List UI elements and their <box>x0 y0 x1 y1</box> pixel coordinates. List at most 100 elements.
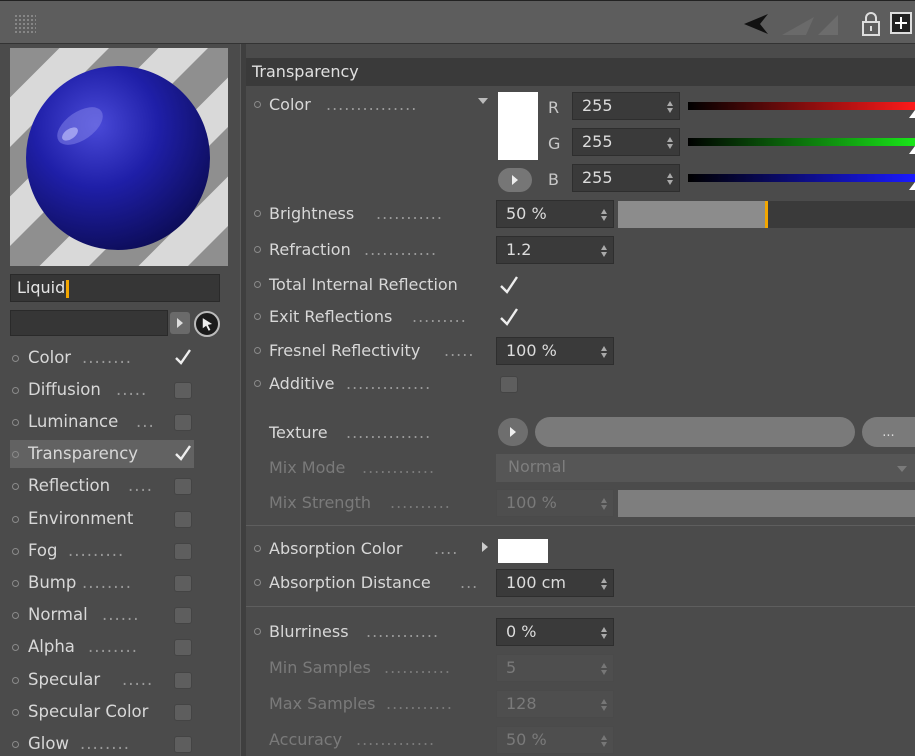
color-expand-button[interactable] <box>498 168 532 192</box>
spinner-icon[interactable] <box>601 699 607 711</box>
channel-reflection[interactable]: Reflection .... <box>10 472 194 500</box>
channel-diffusion[interactable]: Diffusion ..... <box>10 376 194 404</box>
channel-checkbox[interactable] <box>174 382 192 399</box>
channel-environment[interactable]: Environment <box>10 505 194 533</box>
mix-strength-slider[interactable] <box>618 490 915 517</box>
pick-object-icon[interactable] <box>194 311 220 337</box>
animation-dot-icon[interactable] <box>12 548 19 555</box>
slider-handle-icon[interactable] <box>909 182 915 190</box>
channel-checkbox[interactable] <box>174 607 192 624</box>
slider-handle[interactable] <box>764 201 768 228</box>
animation-dot-icon[interactable] <box>254 313 261 320</box>
spinner-icon[interactable] <box>667 137 673 149</box>
channel-specular[interactable]: Specular ..... <box>10 666 194 694</box>
mix-mode-select[interactable]: Normal <box>496 454 915 482</box>
section-header[interactable]: Transparency <box>246 58 915 86</box>
material-preview[interactable] <box>10 48 228 266</box>
brightness-slider[interactable] <box>618 201 915 228</box>
channel-checkbox[interactable] <box>174 672 192 689</box>
animation-dot-icon[interactable] <box>254 210 261 217</box>
animation-dot-icon[interactable] <box>12 483 19 490</box>
animation-dot-icon[interactable] <box>254 545 261 552</box>
channel-glow[interactable]: Glow ........ <box>10 730 194 756</box>
brightness-field[interactable]: 50 % <box>496 200 614 228</box>
panel-grip-handle[interactable] <box>14 14 36 34</box>
animation-dot-icon[interactable] <box>254 380 261 387</box>
animation-dot-icon[interactable] <box>254 347 261 354</box>
channel-checkbox[interactable] <box>174 639 192 656</box>
back-arrow-icon[interactable] <box>742 11 772 37</box>
animation-dot-icon[interactable] <box>12 612 19 619</box>
checkmark-icon[interactable] <box>498 306 520 328</box>
spinner-icon[interactable] <box>601 498 607 510</box>
animation-dot-icon[interactable] <box>254 579 261 586</box>
channel-fog[interactable]: Fog ......... <box>10 537 194 565</box>
material-link-field[interactable] <box>10 310 168 336</box>
lock-icon[interactable] <box>860 11 882 37</box>
animation-dot-icon[interactable] <box>12 451 19 458</box>
green-field[interactable]: 255 <box>572 128 680 156</box>
blue-slider[interactable] <box>688 174 915 190</box>
slider-handle-icon[interactable] <box>909 110 915 118</box>
animation-dot-icon[interactable] <box>254 246 261 253</box>
spinner-icon[interactable] <box>601 346 607 358</box>
animation-dot-icon[interactable] <box>12 387 19 394</box>
animation-dot-icon[interactable] <box>12 741 19 748</box>
spinner-icon[interactable] <box>601 663 607 675</box>
animation-dot-icon[interactable] <box>12 644 19 651</box>
absorption-distance-field[interactable]: 100 cm <box>496 569 614 597</box>
channel-specular-color[interactable]: Specular Color <box>10 698 194 726</box>
spinner-icon[interactable] <box>667 101 673 113</box>
channel-checkbox[interactable] <box>174 543 192 560</box>
accuracy-field[interactable]: 50 % <box>496 726 614 754</box>
channel-transparency[interactable]: Transparency <box>10 440 194 468</box>
channel-checkbox[interactable] <box>174 736 192 753</box>
spinner-icon[interactable] <box>601 578 607 590</box>
max-samples-field[interactable]: 128 <box>496 690 614 718</box>
color-menu-arrow-icon[interactable] <box>478 98 488 104</box>
refraction-field[interactable]: 1.2 <box>496 236 614 264</box>
channel-luminance[interactable]: Luminance ... <box>10 408 194 436</box>
channel-checkbox[interactable] <box>174 704 192 721</box>
checkmark-icon[interactable] <box>174 348 192 366</box>
green-slider[interactable] <box>688 138 915 154</box>
animation-dot-icon[interactable] <box>254 281 261 288</box>
blurriness-field[interactable]: 0 % <box>496 618 614 646</box>
min-samples-field[interactable]: 5 <box>496 654 614 682</box>
new-panel-icon[interactable] <box>890 12 912 34</box>
checkmark-icon[interactable] <box>174 444 192 462</box>
absorption-color-swatch[interactable] <box>498 539 548 563</box>
texture-field[interactable] <box>535 417 855 447</box>
animation-dot-icon[interactable] <box>12 516 19 523</box>
animation-dot-icon[interactable] <box>12 355 19 362</box>
spinner-icon[interactable] <box>601 245 607 257</box>
spinner-icon[interactable] <box>601 735 607 747</box>
fresnel-field[interactable]: 100 % <box>496 337 614 365</box>
material-name-field[interactable]: Liquid <box>10 274 220 302</box>
slider-handle-icon[interactable] <box>909 146 915 154</box>
channel-checkbox[interactable] <box>174 511 192 528</box>
animation-dot-icon[interactable] <box>12 580 19 587</box>
checkmark-icon[interactable] <box>498 274 520 296</box>
additive-checkbox[interactable] <box>500 376 518 393</box>
texture-play-button[interactable] <box>498 418 528 446</box>
channel-checkbox[interactable] <box>174 414 192 431</box>
spinner-icon[interactable] <box>667 173 673 185</box>
animation-dot-icon[interactable] <box>254 628 261 635</box>
channel-checkbox[interactable] <box>174 575 192 592</box>
animation-dot-icon[interactable] <box>12 709 19 716</box>
red-slider[interactable] <box>688 102 915 118</box>
mix-strength-field[interactable]: 100 % <box>496 489 614 517</box>
link-play-button[interactable] <box>170 312 190 334</box>
channel-checkbox[interactable] <box>174 478 192 495</box>
spinner-icon[interactable] <box>601 627 607 639</box>
animation-dot-icon[interactable] <box>12 677 19 684</box>
color-menu-arrow-icon[interactable] <box>482 542 488 552</box>
animation-dot-icon[interactable] <box>12 419 19 426</box>
texture-browse-button[interactable]: ... <box>862 417 915 447</box>
channel-normal[interactable]: Normal ...... <box>10 601 194 629</box>
channel-bump[interactable]: Bump ........ <box>10 569 194 597</box>
channel-alpha[interactable]: Alpha ........ <box>10 633 194 661</box>
color-swatch[interactable] <box>498 92 538 160</box>
channel-color[interactable]: Color ........ <box>10 344 194 372</box>
